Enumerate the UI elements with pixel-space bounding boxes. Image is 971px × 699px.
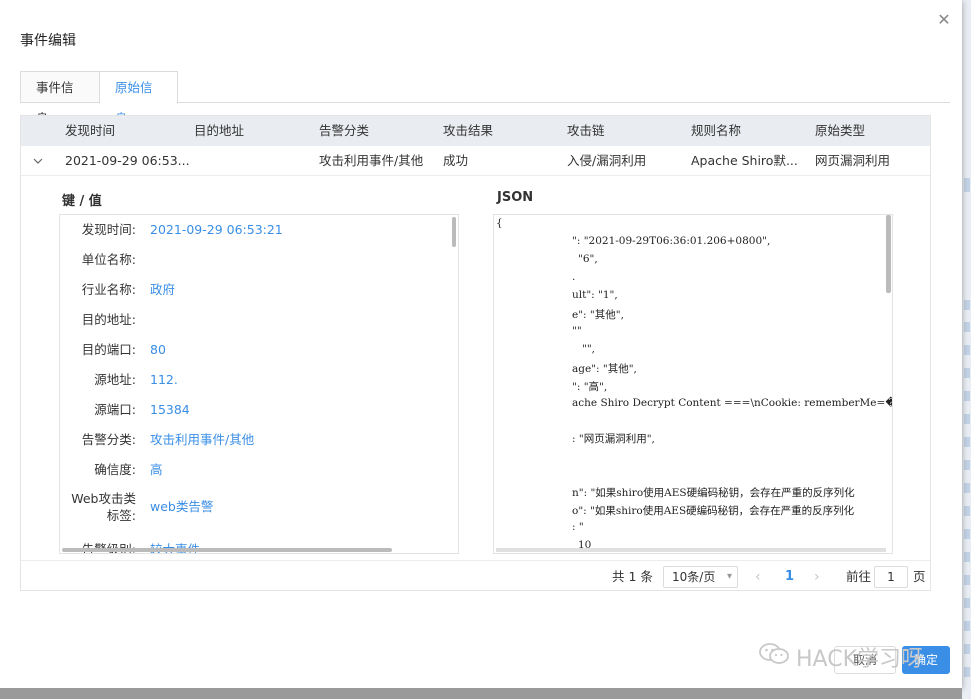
json-line: : " [572,521,584,533]
prev-page-icon[interactable]: ‹ [755,567,761,587]
json-line: ": "2021-09-29T06:36:01.206+0800", [572,235,771,247]
kv-key: 源端口: [94,402,136,417]
kv-row: 源端口: 15384 [60,395,450,425]
cell-result: 成功 [443,153,469,168]
kv-value: web类告警 [150,499,214,514]
json-line: ": "高", [572,381,608,393]
json-line: . [572,271,576,283]
kv-value: 政府 [150,282,176,297]
kv-value: 15384 [150,402,190,417]
col-header-result[interactable]: 攻击结果 [443,116,493,146]
kv-row: 单位名称: [60,245,450,275]
col-header-rule[interactable]: 规则名称 [691,116,741,146]
kv-key: 发现时间: [81,222,136,237]
kv-row: Web攻击类标签: web类告警 [60,487,450,527]
pagination: 共 1 条 10条/页 ▾ ‹ 1 › 前往 页 [21,560,930,591]
page-size-select[interactable]: 10条/页 ▾ [663,566,738,588]
kv-key: Web攻击类标签: [71,491,136,523]
goto-page-input[interactable] [874,566,908,588]
wechat-icon [758,641,790,673]
chevron-down-icon[interactable] [31,154,45,168]
watermark: HACK学习呀 [758,641,923,673]
kv-key: 单位名称: [81,252,136,267]
kv-vertical-scrollbar[interactable] [452,217,456,247]
json-line: n": "如果shiro使用AES硬编码秘钥，会存在严重的反序列化 [572,487,855,499]
json-horizontal-scrollbar[interactable] [496,548,886,552]
kv-value: 高 [150,462,163,477]
kv-key: 目的地址: [81,312,136,327]
kv-row: 告警分类: 攻击利用事件/其他 [60,425,450,455]
close-icon[interactable]: ✕ [936,12,952,28]
json-line: { [496,217,503,229]
json-line: ache Shiro Decrypt Content ===\nCookie: … [572,397,893,409]
current-page[interactable]: 1 [785,567,794,587]
kv-row: 发现时间: 2021-09-29 06:53:21 [60,215,450,245]
watermark-text: HACK学习呀 [796,647,923,672]
tab-event-info[interactable]: 事件信息 [20,71,100,126]
page-size-value: 10条/页 [672,570,716,584]
next-page-icon[interactable]: › [814,567,820,587]
table-header: 发现时间 目的地址 告警分类 攻击结果 攻击链 规则名称 原始类型 [21,116,930,146]
kv-panel-title: 键 / 值 [62,194,102,209]
json-line: "6", [578,253,598,265]
kv-row: 目的地址: [60,305,450,335]
cell-chain: 入侵/漏洞利用 [567,153,647,168]
col-header-time[interactable]: 发现时间 [65,116,115,146]
json-vertical-scrollbar[interactable] [886,215,891,293]
kv-row: 源地址: 112. [60,365,450,395]
json-line: e": "其他", [572,309,624,321]
json-line: age": "其他", [572,363,637,375]
chevron-down-icon: ▾ [726,571,732,582]
kv-key: 确信度: [94,462,136,477]
cell-rule: Apache Shiro默... [691,153,798,168]
json-panel-title: JSON [497,190,534,205]
event-edit-dialog: 事件编辑 ✕ 事件信息 原始信息 发现时间 目的地址 告警分类 攻击结果 攻击链… [0,0,962,688]
kv-row: 目的端口: 80 [60,335,450,365]
table-row[interactable]: 2021-09-29 06:53... 攻击利用事件/其他 成功 入侵/漏洞利用… [21,146,930,176]
kv-value: 2021-09-29 06:53:21 [150,222,283,237]
json-line: "" [572,325,582,337]
col-header-category[interactable]: 告警分类 [319,116,369,146]
kv-value: 112. [150,372,178,387]
kv-value: 攻击利用事件/其他 [150,432,255,447]
tab-bar: 事件信息 原始信息 [20,71,950,126]
json-line: : "网页漏洞利用", [572,433,655,445]
kv-row: 确信度: 高 [60,455,450,485]
kv-value: 80 [150,342,166,357]
col-header-type[interactable]: 原始类型 [815,116,865,146]
cell-time: 2021-09-29 06:53... [65,153,190,168]
cell-type: 网页漏洞利用 [815,153,891,168]
kv-panel[interactable]: 发现时间: 2021-09-29 06:53:21 单位名称: 行业名称: 政府… [59,214,459,554]
total-count: 共 1 条 [612,569,653,584]
json-line: o": "如果shiro使用AES硬编码秘钥，会存在严重的反序列化 [572,505,855,517]
kv-key: 目的端口: [81,342,136,357]
event-table: 发现时间 目的地址 告警分类 攻击结果 攻击链 规则名称 原始类型 2021-0… [20,115,931,591]
kv-row: 行业名称: 政府 [60,275,450,305]
kv-key: 行业名称: [81,282,136,297]
background-strip [962,0,971,699]
background-bottom-strip [0,688,962,699]
goto-label: 前往 [846,569,872,584]
json-line: "", [582,343,595,355]
col-header-chain[interactable]: 攻击链 [567,116,605,146]
kv-key: 源地址: [94,372,136,387]
json-panel[interactable]: { ": "2021-09-29T06:36:01.206+0800", "6"… [493,214,893,554]
page-suffix: 页 [913,569,926,584]
kv-key: 告警分类: [81,432,136,447]
col-header-dest[interactable]: 目的地址 [194,116,244,146]
cell-category: 攻击利用事件/其他 [319,153,424,168]
json-line: ult": "1", [572,289,618,301]
tab-raw-info[interactable]: 原始信息 [99,71,178,126]
kv-horizontal-scrollbar[interactable] [62,548,392,552]
dialog-title: 事件编辑 [20,33,76,49]
